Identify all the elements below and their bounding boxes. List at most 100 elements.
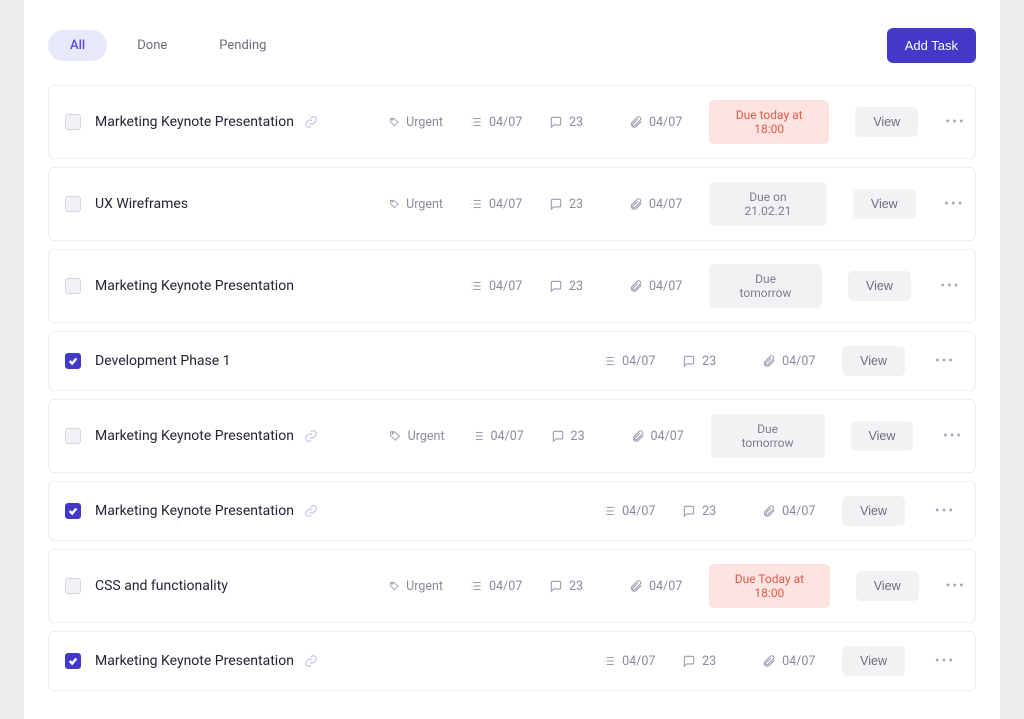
list-date-cell: 04/07: [469, 115, 523, 130]
task-title-wrap: Marketing Keynote Presentation: [95, 653, 375, 669]
due-badge: Due Today at 18:00: [709, 564, 830, 608]
attachment-icon: [629, 197, 643, 211]
task-row: Development Phase 1 04/07 23 04/07 Vie: [48, 331, 976, 391]
task-checkbox[interactable]: [65, 353, 81, 369]
tab-pending[interactable]: Pending: [197, 30, 288, 61]
task-meta: Urgent 04/07 23 04/07 View •••: [602, 646, 959, 676]
task-meta: 04/07 23 04/07 View •••: [602, 496, 959, 526]
more-menu-button[interactable]: •••: [931, 497, 959, 525]
comments-cell: 23: [549, 115, 603, 130]
list-date: 04/07: [622, 654, 655, 669]
task-meta: 04/07 23 04/07 View •••: [602, 346, 959, 376]
list-icon: [469, 279, 483, 293]
task-title-wrap: Marketing Keynote Presentation: [95, 278, 375, 294]
list-date: 04/07: [622, 504, 655, 519]
list-date: 04/07: [489, 579, 522, 594]
task-checkbox[interactable]: [65, 503, 81, 519]
list-icon: [469, 579, 483, 593]
comment-icon: [549, 115, 563, 129]
comment-icon: [551, 429, 565, 443]
tag-icon: [389, 429, 402, 443]
more-menu-button[interactable]: •••: [944, 108, 967, 136]
tag-icon: [389, 579, 400, 593]
task-title: UX Wireframes: [95, 196, 188, 212]
task-checkbox[interactable]: [65, 578, 81, 594]
view-button[interactable]: View: [842, 646, 905, 676]
list-icon: [602, 654, 616, 668]
add-task-button[interactable]: Add Task: [887, 28, 976, 63]
list-date-cell: 04/07: [602, 654, 656, 669]
task-title: Marketing Keynote Presentation: [95, 503, 294, 519]
tag-label: Urgent: [406, 197, 443, 212]
view-button[interactable]: View: [851, 421, 914, 451]
comments-count: 23: [702, 654, 716, 669]
attachment-icon: [629, 279, 643, 293]
view-button[interactable]: View: [842, 346, 905, 376]
task-meta: Urgent 04/07 23 04/07 Due Today at 18:00…: [389, 564, 967, 608]
list-date-cell: 04/07: [602, 354, 656, 369]
view-button[interactable]: View: [848, 271, 911, 301]
attach-cell: 04/07: [629, 197, 683, 212]
tag-icon: [389, 197, 400, 211]
tag-label: Urgent: [408, 429, 445, 444]
attach-date: 04/07: [649, 279, 682, 294]
tab-all[interactable]: All: [48, 30, 107, 61]
comments-count: 23: [571, 429, 585, 444]
task-title-wrap: UX Wireframes: [95, 196, 375, 212]
comments-count: 23: [569, 279, 583, 294]
list-date: 04/07: [489, 279, 522, 294]
more-menu-button[interactable]: •••: [942, 190, 967, 218]
list-date: 04/07: [489, 115, 522, 130]
comments-count: 23: [569, 115, 583, 130]
task-title: Marketing Keynote Presentation: [95, 278, 294, 294]
attach-cell: 04/07: [629, 579, 683, 594]
task-title-wrap: Marketing Keynote Presentation: [95, 114, 375, 130]
task-title-wrap: Marketing Keynote Presentation: [95, 503, 375, 519]
view-button[interactable]: View: [853, 189, 916, 219]
comment-icon: [549, 579, 563, 593]
list-icon: [469, 197, 483, 211]
more-menu-button[interactable]: •••: [945, 572, 967, 600]
task-checkbox[interactable]: [65, 114, 81, 130]
app-frame: All Done Pending Add Task Marketing Keyn…: [24, 0, 1000, 719]
list-date: 04/07: [622, 354, 655, 369]
task-row: Marketing Keynote Presentation 04/07 23 …: [48, 481, 976, 541]
toolbar: All Done Pending Add Task: [48, 28, 976, 63]
comment-icon: [682, 354, 696, 368]
due-badge: Due today at 18:00: [709, 100, 829, 144]
view-button[interactable]: View: [842, 496, 905, 526]
more-menu-button[interactable]: •••: [939, 422, 966, 450]
task-checkbox[interactable]: [65, 653, 81, 669]
due-badge: Due on 21.02.21: [709, 182, 827, 226]
attachment-icon: [629, 115, 643, 129]
comments-cell: 23: [682, 354, 736, 369]
view-button[interactable]: View: [855, 107, 918, 137]
more-menu-button[interactable]: •••: [931, 347, 959, 375]
task-checkbox[interactable]: [65, 196, 81, 212]
attach-cell: 04/07: [631, 429, 685, 444]
list-date-cell: 04/07: [469, 579, 523, 594]
attachment-icon: [762, 504, 776, 518]
task-row: Marketing Keynote Presentation Urgent 04…: [48, 399, 976, 473]
task-title: Marketing Keynote Presentation: [95, 428, 294, 444]
task-checkbox[interactable]: [65, 278, 81, 294]
link-icon: [304, 654, 318, 668]
comments-cell: 23: [682, 654, 736, 669]
comments-cell: 23: [549, 579, 603, 594]
tag-cell: Urgent: [389, 579, 443, 594]
attach-cell: 04/07: [762, 504, 816, 519]
task-title: Development Phase 1: [95, 353, 231, 369]
task-row: UX Wireframes Urgent 04/07 23 04/07 Due …: [48, 167, 976, 241]
more-menu-button[interactable]: •••: [937, 272, 964, 300]
more-menu-button[interactable]: •••: [931, 647, 959, 675]
tab-done[interactable]: Done: [115, 30, 189, 61]
attach-date: 04/07: [649, 197, 682, 212]
tag-label: Urgent: [406, 579, 443, 594]
link-icon: [304, 115, 318, 129]
attachment-icon: [762, 654, 776, 668]
list-icon: [471, 429, 485, 443]
check-icon: [68, 356, 78, 366]
task-checkbox[interactable]: [65, 428, 81, 444]
list-icon: [602, 354, 616, 368]
comments-count: 23: [702, 504, 716, 519]
